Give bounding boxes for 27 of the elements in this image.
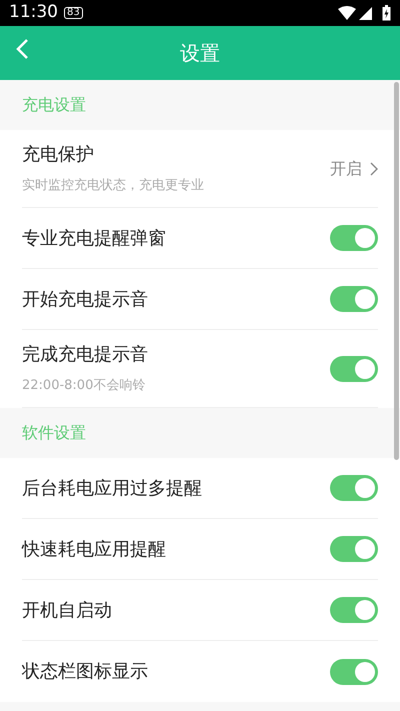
page-title: 设置 [180, 40, 220, 67]
setting-label: 状态栏图标显示 [22, 660, 149, 684]
setting-label: 快速耗电应用提醒 [22, 538, 167, 562]
setting-label: 专业充电提醒弹窗 [22, 226, 167, 250]
toggle-switch[interactable] [330, 225, 378, 251]
setting-label: 完成充电提示音 [22, 343, 149, 368]
signal-icon [359, 6, 372, 20]
toggle-switch[interactable] [330, 536, 378, 562]
wifi-icon [338, 6, 356, 20]
chevron-right-icon [370, 162, 378, 176]
toggle-switch[interactable] [330, 286, 378, 312]
setting-label: 开机自启动 [22, 598, 113, 622]
setting-label: 充电保护 [22, 143, 95, 168]
setting-description: 实时监控充电状态，充电更专业 [22, 177, 205, 196]
section-header: 充电设置 [22, 94, 86, 116]
toggle-switch[interactable] [330, 658, 378, 684]
status-time: 11:30 [9, 1, 58, 24]
toggle-switch[interactable] [330, 597, 378, 623]
setting-label: 后台耗电应用过多提醒 [22, 476, 203, 500]
toggle-switch[interactable] [330, 356, 378, 382]
setting-value[interactable]: 开启 [330, 156, 362, 180]
section-header: 软件设置 [22, 422, 86, 444]
toggle-switch[interactable] [330, 475, 378, 501]
back-icon[interactable] [15, 38, 29, 60]
setting-label: 开始充电提示音 [22, 288, 149, 312]
battery-icon [382, 5, 391, 21]
setting-description: 22:00-8:00不会响铃 [22, 377, 146, 396]
